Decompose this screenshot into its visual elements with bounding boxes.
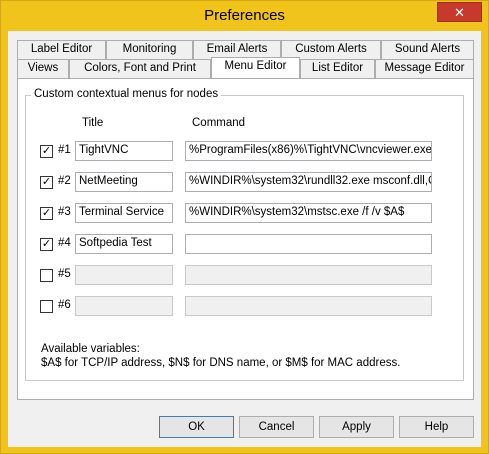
enable-checkbox-5[interactable] [40, 269, 53, 282]
enable-checkbox-1[interactable]: ✓ [40, 145, 53, 158]
tab-views[interactable]: Views [17, 59, 69, 78]
title-field-3[interactable]: Terminal Service [75, 203, 173, 223]
menu-editor-panel: Custom contextual menus for nodes Title … [17, 78, 474, 400]
title-column-header: Title [82, 117, 104, 129]
title-field-1[interactable]: TightVNC [75, 141, 173, 161]
menu-row-2: ✓ #2 NetMeeting %WINDIR%\system32\rundll… [26, 172, 463, 192]
cancel-button[interactable]: Cancel [239, 416, 314, 438]
apply-button[interactable]: Apply [319, 416, 394, 438]
window-title: Preferences [204, 7, 285, 24]
menu-row-5: #5 [26, 265, 463, 285]
command-field-2[interactable]: %WINDIR%\system32\rundll32.exe msconf.dl… [185, 172, 432, 192]
menu-number-2: #2 [58, 175, 71, 187]
variables-heading: Available variables: [41, 343, 140, 355]
title-bar[interactable]: Preferences ✕ [1, 1, 488, 31]
help-button[interactable]: Help [399, 416, 474, 438]
menu-row-1: ✓ #1 TightVNC %ProgramFiles(x86)%\TightV… [26, 141, 463, 161]
menu-number-5: #5 [58, 268, 71, 280]
variables-description: $A$ for TCP/IP address, $N$ for DNS name… [41, 357, 401, 369]
menu-row-3: ✓ #3 Terminal Service %WINDIR%\system32\… [26, 203, 463, 223]
menu-number-4: #4 [58, 237, 71, 249]
menu-number-3: #3 [58, 206, 71, 218]
tab-list-editor[interactable]: List Editor [300, 59, 375, 78]
tab-message-editor[interactable]: Message Editor [375, 59, 474, 78]
enable-checkbox-4[interactable]: ✓ [40, 238, 53, 251]
menu-row-4: ✓ #4 Softpedia Test [26, 234, 463, 254]
command-field-1[interactable]: %ProgramFiles(x86)%\TightVNC\vncviewer.e… [185, 141, 432, 161]
command-field-5[interactable] [185, 265, 432, 285]
tab-menu-editor[interactable]: Menu Editor [211, 57, 300, 78]
enable-checkbox-6[interactable] [40, 300, 53, 313]
available-variables-note: Available variables: $A$ for TCP/IP addr… [41, 342, 400, 370]
close-button[interactable]: ✕ [437, 2, 482, 22]
command-field-4[interactable] [185, 234, 432, 254]
menu-row-6: #6 [26, 296, 463, 316]
enable-checkbox-2[interactable]: ✓ [40, 176, 53, 189]
preferences-window: Preferences ✕ Label Editor Monitoring Em… [0, 0, 489, 454]
ok-button[interactable]: OK [159, 416, 234, 438]
command-field-6[interactable] [185, 296, 432, 316]
tab-sound-alerts[interactable]: Sound Alerts [381, 40, 474, 59]
dialog-client: Label Editor Monitoring Email Alerts Cus… [8, 31, 481, 447]
command-field-3[interactable]: %WINDIR%\system32\mstsc.exe /f /v $A$ [185, 203, 432, 223]
tab-monitoring[interactable]: Monitoring [106, 40, 193, 59]
command-column-header: Command [192, 117, 246, 129]
menu-number-6: #6 [58, 299, 71, 311]
title-field-6[interactable] [75, 296, 173, 316]
menu-number-1: #1 [58, 144, 71, 156]
title-field-4[interactable]: Softpedia Test [75, 234, 173, 254]
title-field-5[interactable] [75, 265, 173, 285]
group-label: Custom contextual menus for nodes [31, 88, 222, 100]
title-field-2[interactable]: NetMeeting [75, 172, 173, 192]
custom-menus-group: Custom contextual menus for nodes Title … [25, 88, 464, 381]
tab-label-editor[interactable]: Label Editor [17, 40, 106, 59]
tab-colors-font-print[interactable]: Colors, Font and Print [69, 59, 211, 78]
enable-checkbox-3[interactable]: ✓ [40, 207, 53, 220]
